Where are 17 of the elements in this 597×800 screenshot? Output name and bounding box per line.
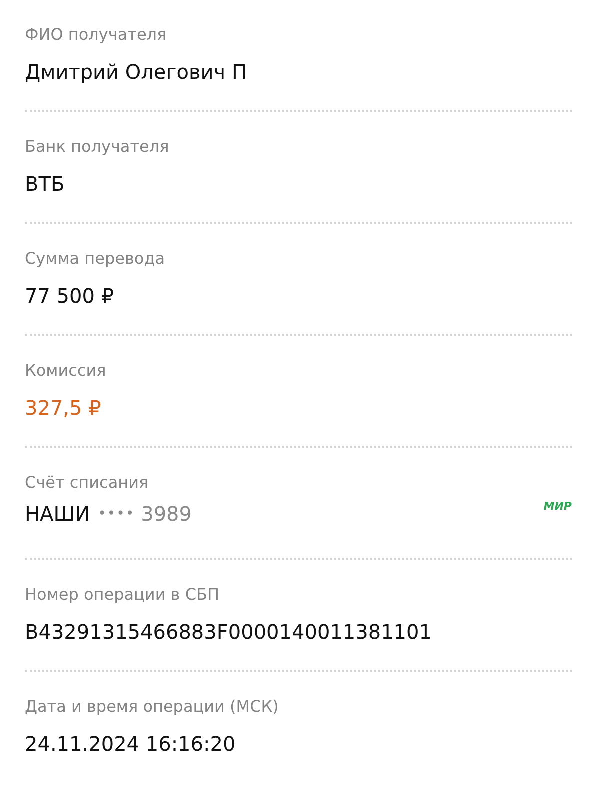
field-value: ВТБ xyxy=(25,171,65,198)
field-label: Номер операции в СБП xyxy=(25,584,220,606)
field-label: Комиссия xyxy=(25,360,106,382)
field-value: 327,5 ₽ xyxy=(25,395,102,422)
field-label: Банк получателя xyxy=(25,136,170,158)
field-label: Сумма перевода xyxy=(25,248,166,270)
card-mask: •••• xyxy=(98,505,136,524)
card-logo: МИР xyxy=(544,500,572,514)
account-name: НАШИ xyxy=(25,501,90,528)
field-value: Дмитрий Олегович П xyxy=(25,59,247,86)
field-label: ФИО получателя xyxy=(25,24,167,46)
field-value: 77 500 ₽ xyxy=(25,283,114,310)
field-label: Счёт списания xyxy=(25,472,149,494)
field-value: B43291315466883F0000140011381101 xyxy=(25,619,432,646)
field-value: 24.11.2024 16:16:20 xyxy=(25,731,236,758)
card-last-digits: 3989 xyxy=(141,501,192,528)
field-label: Дата и время операции (МСК) xyxy=(25,696,279,718)
